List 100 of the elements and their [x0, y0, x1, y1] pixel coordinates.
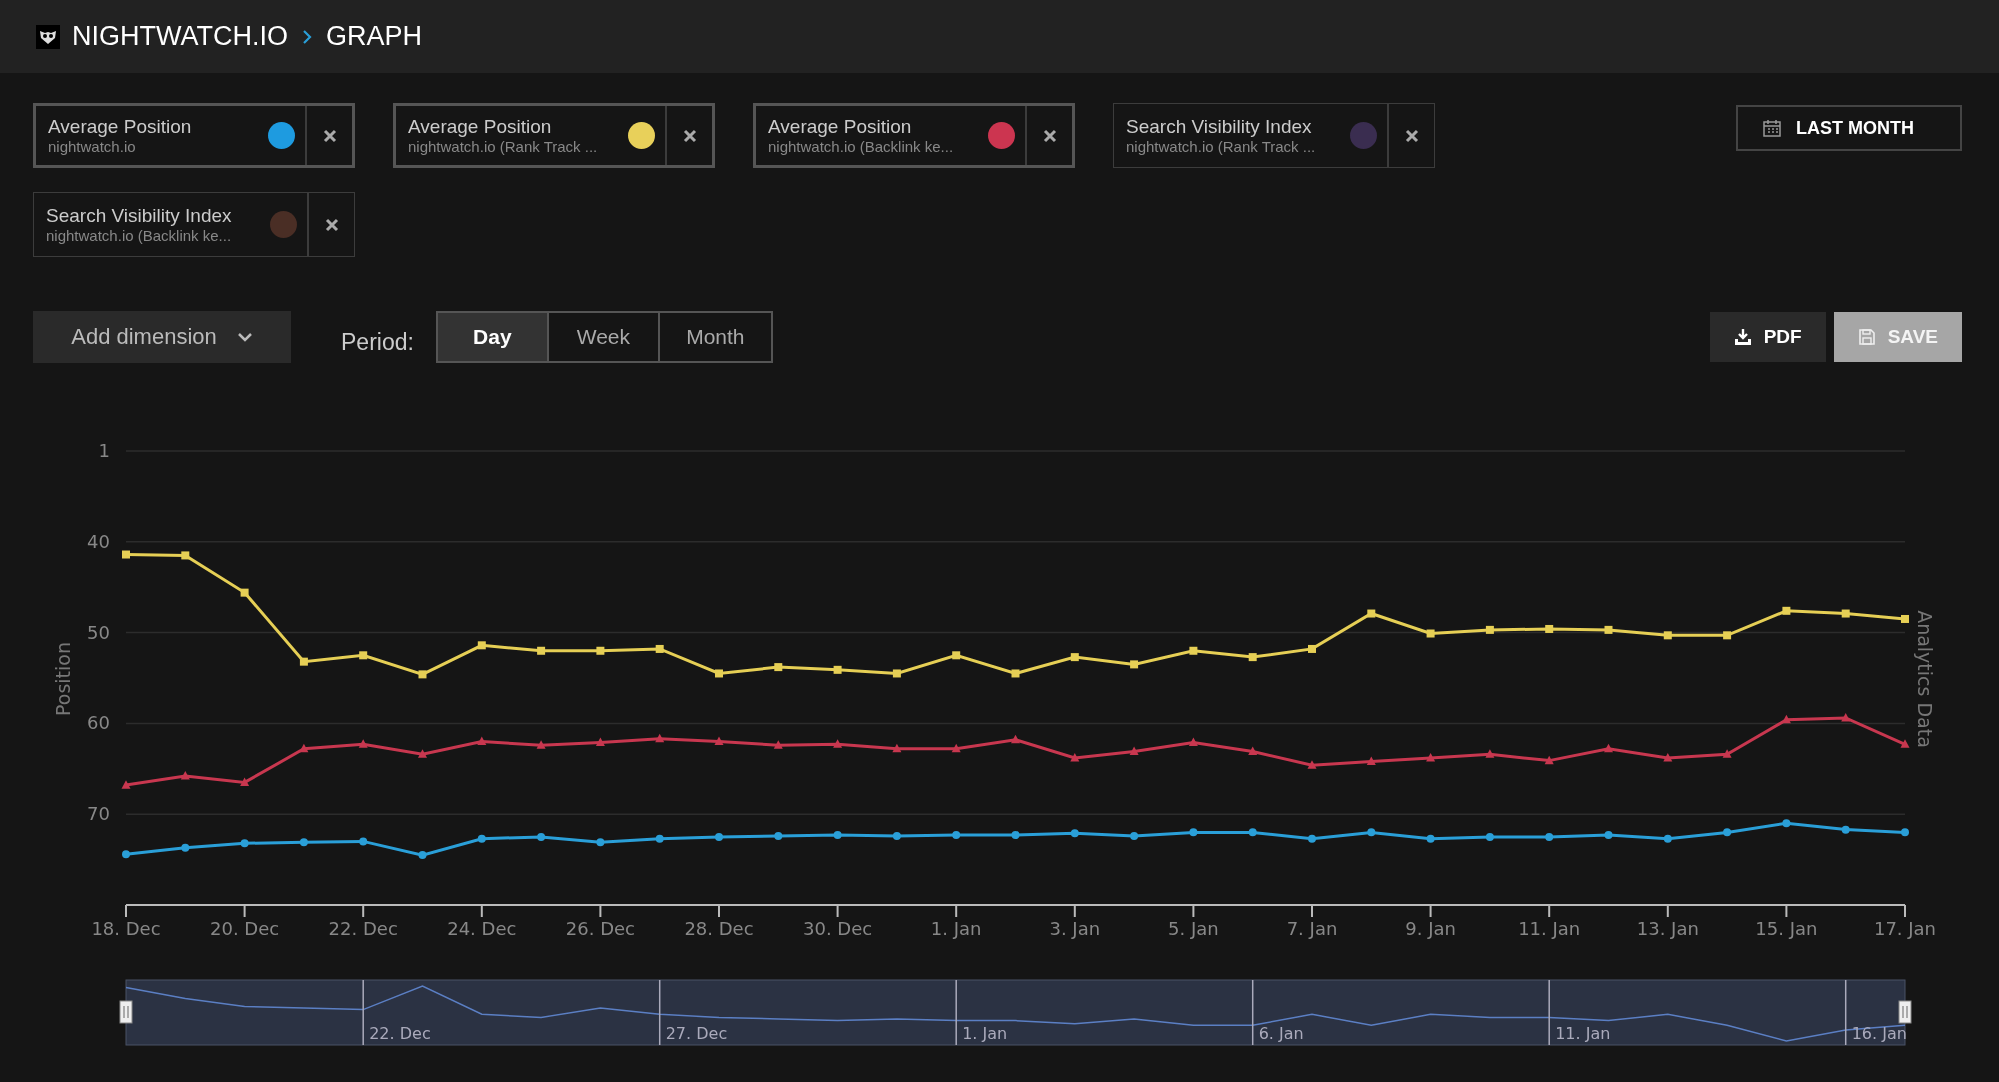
- metric-source: nightwatch.io (Rank Track ...: [408, 138, 599, 155]
- x-axis-label: 15. Jan: [1755, 918, 1818, 939]
- y-axis-label: 60: [87, 712, 110, 734]
- close-icon: [1042, 128, 1057, 143]
- point: [1900, 739, 1910, 748]
- point: [418, 749, 427, 758]
- period-tab[interactable]: Day: [437, 313, 549, 361]
- point: [655, 733, 665, 743]
- point: [1248, 746, 1258, 756]
- point: [1367, 609, 1376, 618]
- point: [299, 657, 308, 666]
- range-handle[interactable]: [1898, 1000, 1912, 1024]
- point: [1485, 832, 1494, 841]
- y-axis-label: 70: [87, 803, 110, 825]
- x-axis-label: 24. Dec: [447, 918, 517, 939]
- point: [181, 551, 190, 560]
- x-axis-label: 22. Dec: [328, 918, 398, 939]
- x-axis-label: 7. Jan: [1286, 918, 1338, 939]
- point: [595, 737, 605, 746]
- point: [774, 831, 783, 840]
- point: [1130, 831, 1139, 840]
- point: [240, 588, 249, 597]
- point: [1663, 631, 1672, 640]
- point: [1011, 831, 1020, 840]
- date-range-button[interactable]: LAST MONTH: [1736, 105, 1962, 151]
- point: [1308, 834, 1316, 843]
- x-axis-label: 30. Dec: [803, 918, 873, 939]
- navigator-date-label: 1. Jan: [962, 1024, 1008, 1043]
- point: [477, 736, 487, 746]
- point: [833, 665, 842, 674]
- add-dimension-dropdown[interactable]: Add dimension: [33, 311, 291, 363]
- point: [892, 831, 901, 840]
- point: [1604, 831, 1613, 840]
- point: [536, 740, 546, 749]
- point: [1841, 609, 1850, 618]
- point: [1841, 712, 1851, 722]
- metric-source: nightwatch.io (Backlink ke...: [768, 138, 955, 155]
- period-tab[interactable]: Week: [548, 313, 660, 361]
- point: [477, 834, 486, 843]
- x-axis-label: 1. Jan: [930, 918, 982, 939]
- x-axis-label: 26. Dec: [565, 918, 635, 939]
- point: [477, 641, 486, 650]
- point: [655, 644, 664, 653]
- point: [537, 832, 546, 841]
- point: [892, 743, 902, 753]
- metric-title: Average Position: [768, 116, 913, 138]
- point: [122, 550, 130, 559]
- metric-source: nightwatch.io (Rank Track ...: [1126, 138, 1317, 155]
- point: [1366, 756, 1376, 766]
- point: [1782, 606, 1791, 615]
- point: [1129, 746, 1139, 756]
- chevron-right-icon: [302, 28, 312, 45]
- x-axis-label: 3. Jan: [1049, 918, 1101, 939]
- point: [299, 838, 308, 847]
- point: [1485, 625, 1494, 634]
- point: [1188, 737, 1198, 746]
- y-axis-label: 1: [98, 440, 110, 461]
- point: [122, 850, 130, 859]
- metric-title: Average Position: [48, 116, 193, 138]
- point: [1901, 614, 1909, 623]
- point: [121, 780, 131, 789]
- x-axis-label: 5. Jan: [1168, 918, 1219, 939]
- y-axis-title: Position: [52, 642, 74, 716]
- point: [1189, 646, 1198, 655]
- x-axis-label: 18. Dec: [91, 918, 161, 939]
- x-axis-label: 11. Jan: [1518, 918, 1581, 939]
- point: [1426, 834, 1435, 843]
- brand-name[interactable]: NIGHTWATCH.IO: [72, 21, 288, 52]
- range-handle[interactable]: [119, 1000, 133, 1024]
- point: [952, 651, 961, 660]
- metric-title: Search Visibility Index: [1126, 116, 1313, 138]
- pdf-button[interactable]: PDF: [1709, 312, 1826, 362]
- point: [359, 837, 368, 846]
- metric-title: Search Visibility Index: [46, 205, 233, 227]
- close-icon: [682, 128, 697, 143]
- point: [1663, 752, 1673, 762]
- point: [655, 834, 664, 843]
- point: [1723, 828, 1732, 837]
- metric-title: Average Position: [408, 116, 553, 138]
- y-axis-label: 40: [87, 530, 110, 552]
- close-icon: [324, 217, 339, 232]
- point: [833, 831, 842, 840]
- navigator-date-label: 11. Jan: [1555, 1024, 1611, 1043]
- secondary-axis-title: Analytics Data: [1914, 610, 1936, 748]
- calendar-icon: [1762, 118, 1782, 138]
- point: [951, 743, 961, 753]
- y-axis-label: 50: [87, 621, 110, 643]
- point: [1544, 755, 1554, 765]
- point: [1070, 752, 1080, 762]
- point: [1901, 828, 1909, 837]
- point: [1782, 819, 1791, 828]
- x-axis-label: 20. Dec: [210, 918, 280, 939]
- x-axis-label: 17. Jan: [1873, 918, 1937, 939]
- period-label: Period:: [341, 328, 414, 356]
- point: [359, 651, 368, 660]
- period-tab[interactable]: Month: [659, 313, 771, 361]
- point: [418, 670, 427, 679]
- point: [358, 739, 368, 748]
- point: [714, 736, 724, 746]
- point: [418, 851, 427, 860]
